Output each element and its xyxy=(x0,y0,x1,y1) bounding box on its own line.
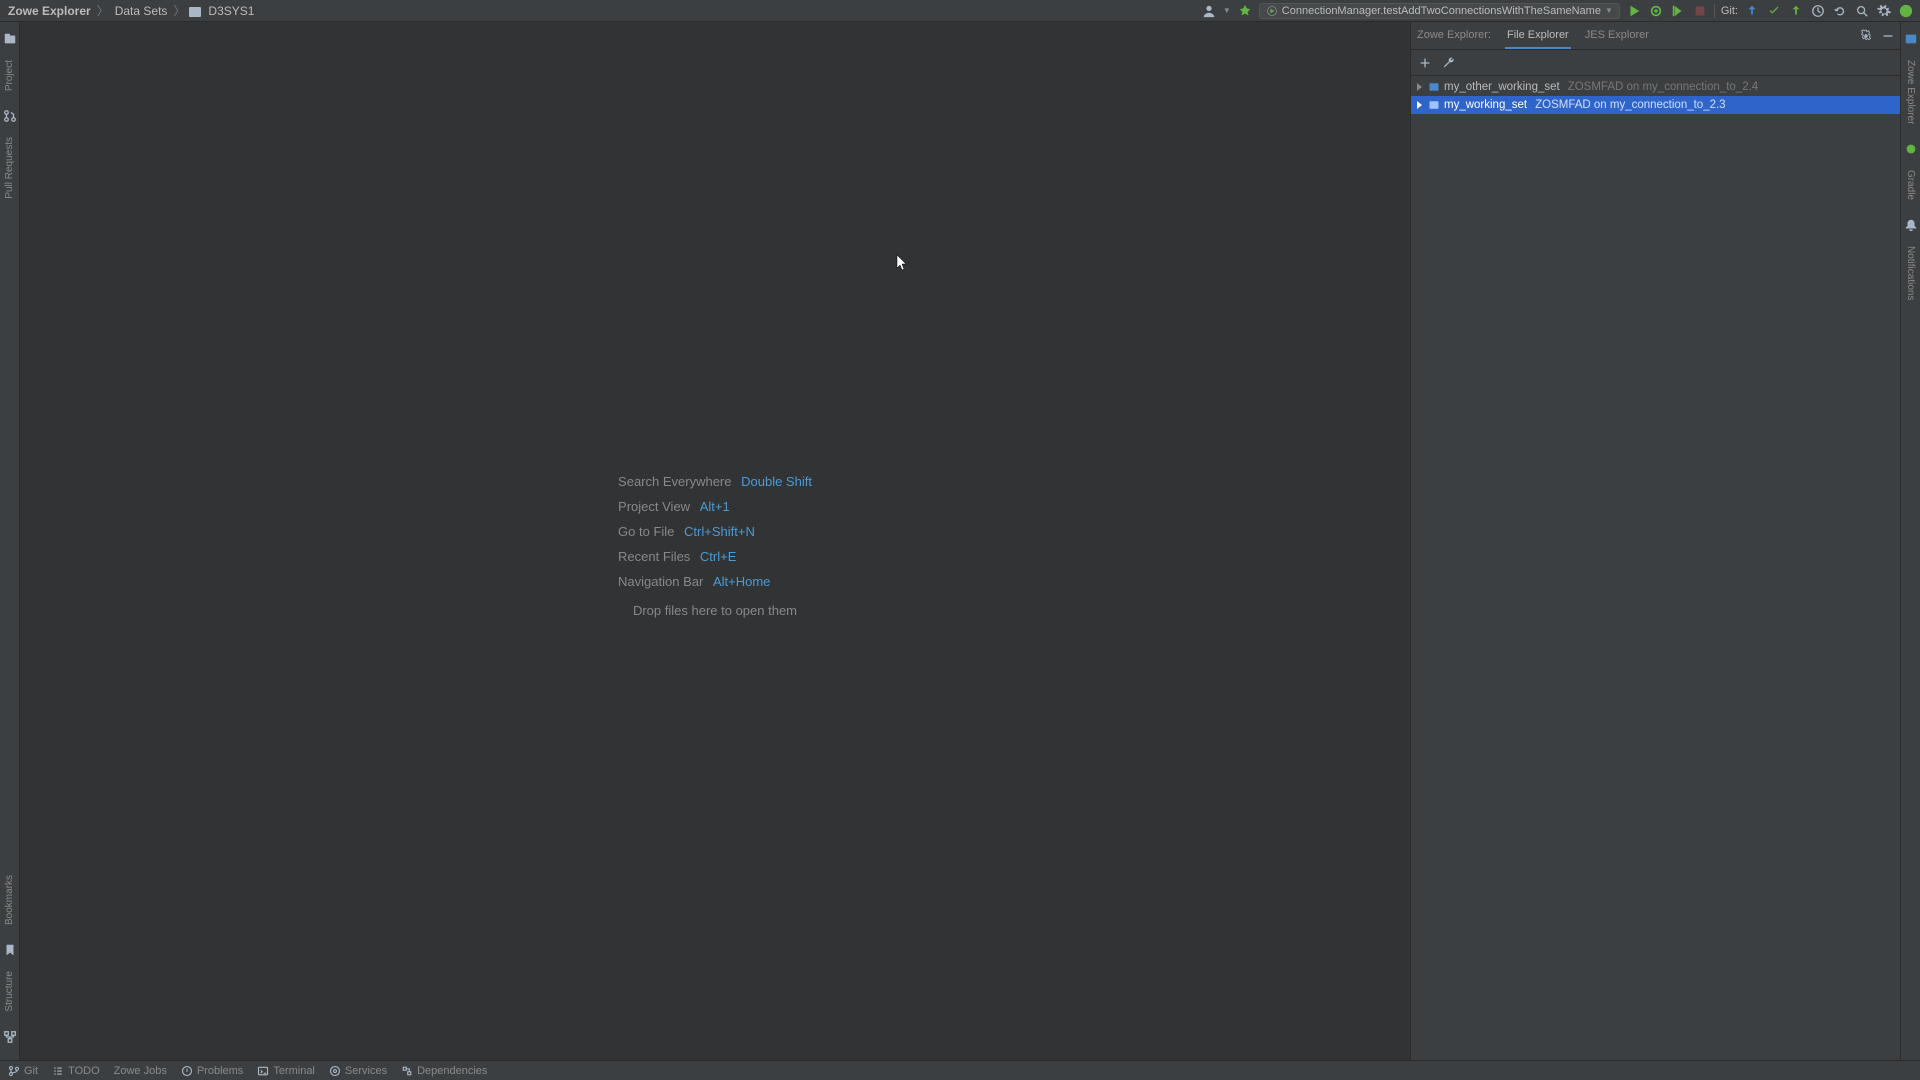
rollback-icon[interactable] xyxy=(1832,3,1848,19)
tab-file-explorer[interactable]: File Explorer xyxy=(1505,23,1571,49)
bottom-tab-label: Zowe Jobs xyxy=(114,1065,167,1077)
bottom-tab-label: Services xyxy=(345,1065,387,1077)
run-configuration-dropdown[interactable]: ConnectionManager.testAddTwoConnectionsW… xyxy=(1259,3,1620,19)
gear-icon[interactable] xyxy=(1876,3,1892,19)
chevron-down-icon: ▼ xyxy=(1605,6,1613,15)
top-toolbar: Zowe Explorer 〉 Data Sets 〉 D3SYS1 ▼ Con… xyxy=(0,0,1920,22)
wrench-icon[interactable] xyxy=(1441,55,1457,71)
breadcrumb-leaf[interactable]: D3SYS1 xyxy=(206,4,256,18)
build-icon[interactable] xyxy=(1237,3,1253,19)
tree-item-name: my_working_set xyxy=(1444,99,1527,111)
vcs-history-icon[interactable] xyxy=(1810,3,1826,19)
hint-recent-key: Ctrl+E xyxy=(700,549,736,564)
bottom-tab-problems[interactable]: Problems xyxy=(181,1065,243,1077)
hint-search-label: Search Everywhere xyxy=(618,474,731,489)
left-tab-project[interactable]: Project xyxy=(4,56,15,95)
zowe-icon[interactable] xyxy=(1904,32,1918,46)
minimize-icon[interactable] xyxy=(1880,28,1896,44)
left-tab-structure[interactable]: Structure xyxy=(4,967,15,1016)
panel-tabbar: Zowe Explorer: File Explorer JES Explore… xyxy=(1411,22,1900,50)
folder-icon xyxy=(189,7,201,17)
warning-icon xyxy=(181,1065,193,1077)
bottom-tab-terminal[interactable]: Terminal xyxy=(257,1065,315,1077)
bottom-toolbar: Git TODO Zowe Jobs Problems Terminal Ser… xyxy=(0,1060,1920,1080)
bottom-tab-label: Dependencies xyxy=(417,1065,487,1077)
debug-icon[interactable] xyxy=(1648,3,1664,19)
hint-drop-label: Drop files here to open them xyxy=(618,603,812,618)
avatar-icon[interactable] xyxy=(1898,3,1914,19)
bottom-tab-label: TODO xyxy=(68,1065,100,1077)
tree-row[interactable]: my_working_set ZOSMFAD on my_connection_… xyxy=(1411,96,1900,114)
editor-hints: Search Everywhere Double Shift Project V… xyxy=(618,464,812,618)
tree-item-connection: ZOSMFAD on my_connection_to_2.4 xyxy=(1568,81,1759,93)
project-icon[interactable] xyxy=(3,32,17,46)
coverage-icon[interactable] xyxy=(1670,3,1686,19)
tree-item-name: my_other_working_set xyxy=(1444,81,1560,93)
chevron-down-icon[interactable]: ▼ xyxy=(1223,6,1231,15)
panel-toolbar xyxy=(1411,50,1900,76)
bookmark-icon[interactable] xyxy=(3,943,17,957)
bottom-tab-label: Git xyxy=(24,1065,38,1077)
hint-recent-label: Recent Files xyxy=(618,549,690,564)
bottom-tab-label: Problems xyxy=(197,1065,243,1077)
hint-navbar-key: Alt+Home xyxy=(713,574,770,589)
left-tool-gutter: Project Pull Requests Bookmarks Structur… xyxy=(0,22,20,1060)
hint-goto-key: Ctrl+Shift+N xyxy=(684,524,755,539)
dependencies-icon xyxy=(401,1065,413,1077)
stop-icon[interactable] xyxy=(1692,3,1708,19)
vcs-update-icon[interactable] xyxy=(1744,3,1760,19)
breadcrumb-separator: 〉 xyxy=(171,2,187,19)
breadcrumb-root[interactable]: Zowe Explorer xyxy=(6,4,93,18)
hint-project-label: Project View xyxy=(618,499,690,514)
tree-item-connection: ZOSMFAD on my_connection_to_2.3 xyxy=(1535,99,1726,111)
bottom-tab-zowe-jobs[interactable]: Zowe Jobs xyxy=(114,1065,167,1077)
structure-icon[interactable] xyxy=(3,1030,17,1044)
separator xyxy=(1714,4,1715,18)
run-configuration-label: ConnectionManager.testAddTwoConnectionsW… xyxy=(1282,5,1601,17)
vcs-push-icon[interactable] xyxy=(1788,3,1804,19)
mouse-cursor xyxy=(896,254,908,272)
bell-icon[interactable] xyxy=(1904,218,1918,232)
expand-icon[interactable] xyxy=(1417,101,1422,109)
working-set-icon xyxy=(1428,99,1440,111)
git-branch-icon xyxy=(8,1065,20,1077)
left-tab-pull-requests[interactable]: Pull Requests xyxy=(4,133,15,203)
right-tab-zowe-explorer[interactable]: Zowe Explorer xyxy=(1905,56,1916,128)
tab-zowe-explorer[interactable]: Zowe Explorer: xyxy=(1415,23,1493,49)
add-icon[interactable] xyxy=(1417,55,1433,71)
editor-area[interactable]: Search Everywhere Double Shift Project V… xyxy=(20,22,1410,1060)
vcs-commit-icon[interactable] xyxy=(1766,3,1782,19)
hint-project-key: Alt+1 xyxy=(700,499,730,514)
breadcrumb-separator: 〉 xyxy=(95,2,111,19)
left-tab-bookmarks[interactable]: Bookmarks xyxy=(4,871,15,929)
services-icon xyxy=(329,1065,341,1077)
user-icon[interactable] xyxy=(1201,3,1217,19)
bottom-tab-services[interactable]: Services xyxy=(329,1065,387,1077)
side-panel: Zowe Explorer: File Explorer JES Explore… xyxy=(1410,22,1900,1060)
todo-icon xyxy=(52,1065,64,1077)
terminal-icon xyxy=(257,1065,269,1077)
right-tab-notifications[interactable]: Notifications xyxy=(1905,242,1916,304)
bottom-tab-git[interactable]: Git xyxy=(8,1065,38,1077)
working-set-tree[interactable]: my_other_working_set ZOSMFAD on my_conne… xyxy=(1411,76,1900,1060)
breadcrumb-section[interactable]: Data Sets xyxy=(113,4,170,18)
hint-search-key: Double Shift xyxy=(741,474,812,489)
right-tab-gradle[interactable]: Gradle xyxy=(1905,166,1916,204)
tree-row[interactable]: my_other_working_set ZOSMFAD on my_conne… xyxy=(1411,78,1900,96)
bottom-tab-label: Terminal xyxy=(273,1065,315,1077)
bottom-tab-todo[interactable]: TODO xyxy=(52,1065,100,1077)
pull-requests-icon[interactable] xyxy=(3,109,17,123)
gear-icon[interactable] xyxy=(1858,28,1874,44)
run-icon[interactable] xyxy=(1626,3,1642,19)
bottom-tab-dependencies[interactable]: Dependencies xyxy=(401,1065,487,1077)
git-label: Git: xyxy=(1721,5,1738,17)
right-tool-gutter: Zowe Explorer Gradle Notifications xyxy=(1900,22,1920,1060)
gradle-icon[interactable] xyxy=(1904,142,1918,156)
search-icon[interactable] xyxy=(1854,3,1870,19)
hint-goto-label: Go to File xyxy=(618,524,674,539)
tab-jes-explorer[interactable]: JES Explorer xyxy=(1583,23,1651,49)
expand-icon[interactable] xyxy=(1417,83,1422,91)
working-set-icon xyxy=(1428,81,1440,93)
hint-navbar-label: Navigation Bar xyxy=(618,574,703,589)
